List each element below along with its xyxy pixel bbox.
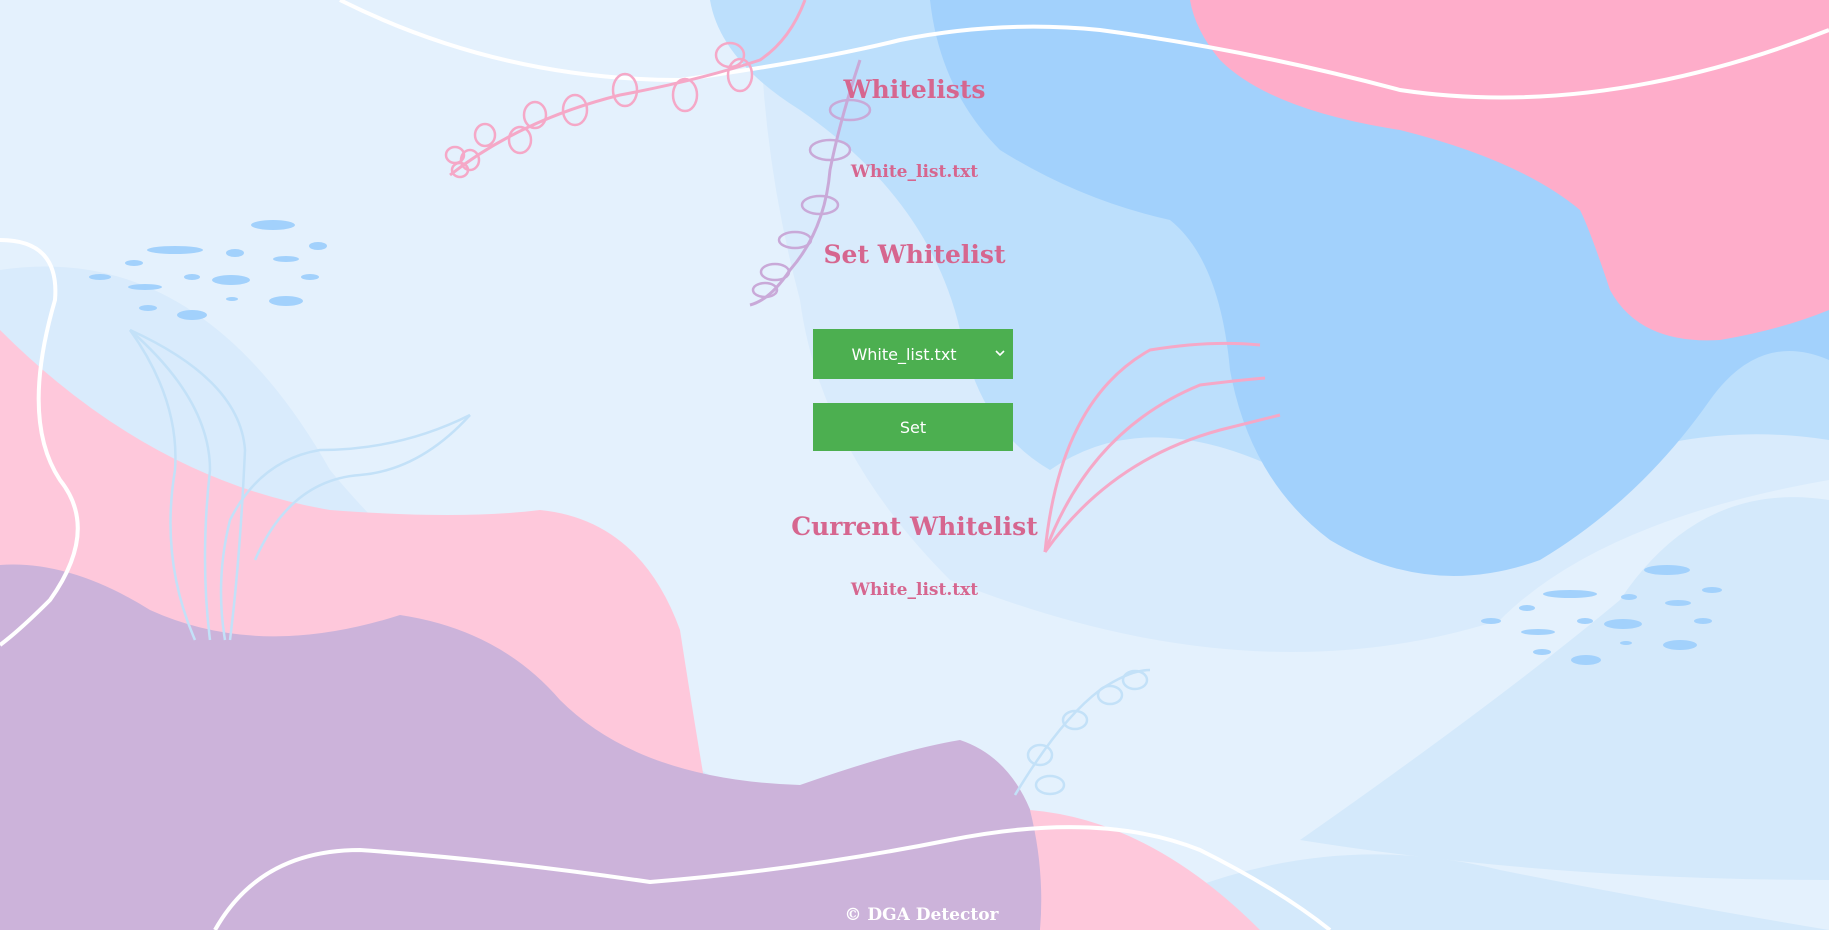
set-button[interactable]: Set (813, 403, 1013, 451)
whitelist-file-name: White_list.txt (850, 162, 979, 182)
footer-copyright: © DGA Detector (844, 905, 999, 925)
current-whitelist-value: White_list.txt (850, 580, 979, 600)
set-whitelist-title: Set Whitelist (823, 240, 1006, 269)
whitelist-select-wrapper[interactable]: White_list.txt (813, 329, 1013, 379)
main-content: Whitelists White_list.txt Set Whitelist … (0, 0, 1829, 930)
page-title: Whitelists (843, 75, 986, 104)
current-whitelist-title: Current Whitelist (791, 512, 1038, 541)
whitelist-select[interactable]: White_list.txt (813, 329, 1013, 379)
